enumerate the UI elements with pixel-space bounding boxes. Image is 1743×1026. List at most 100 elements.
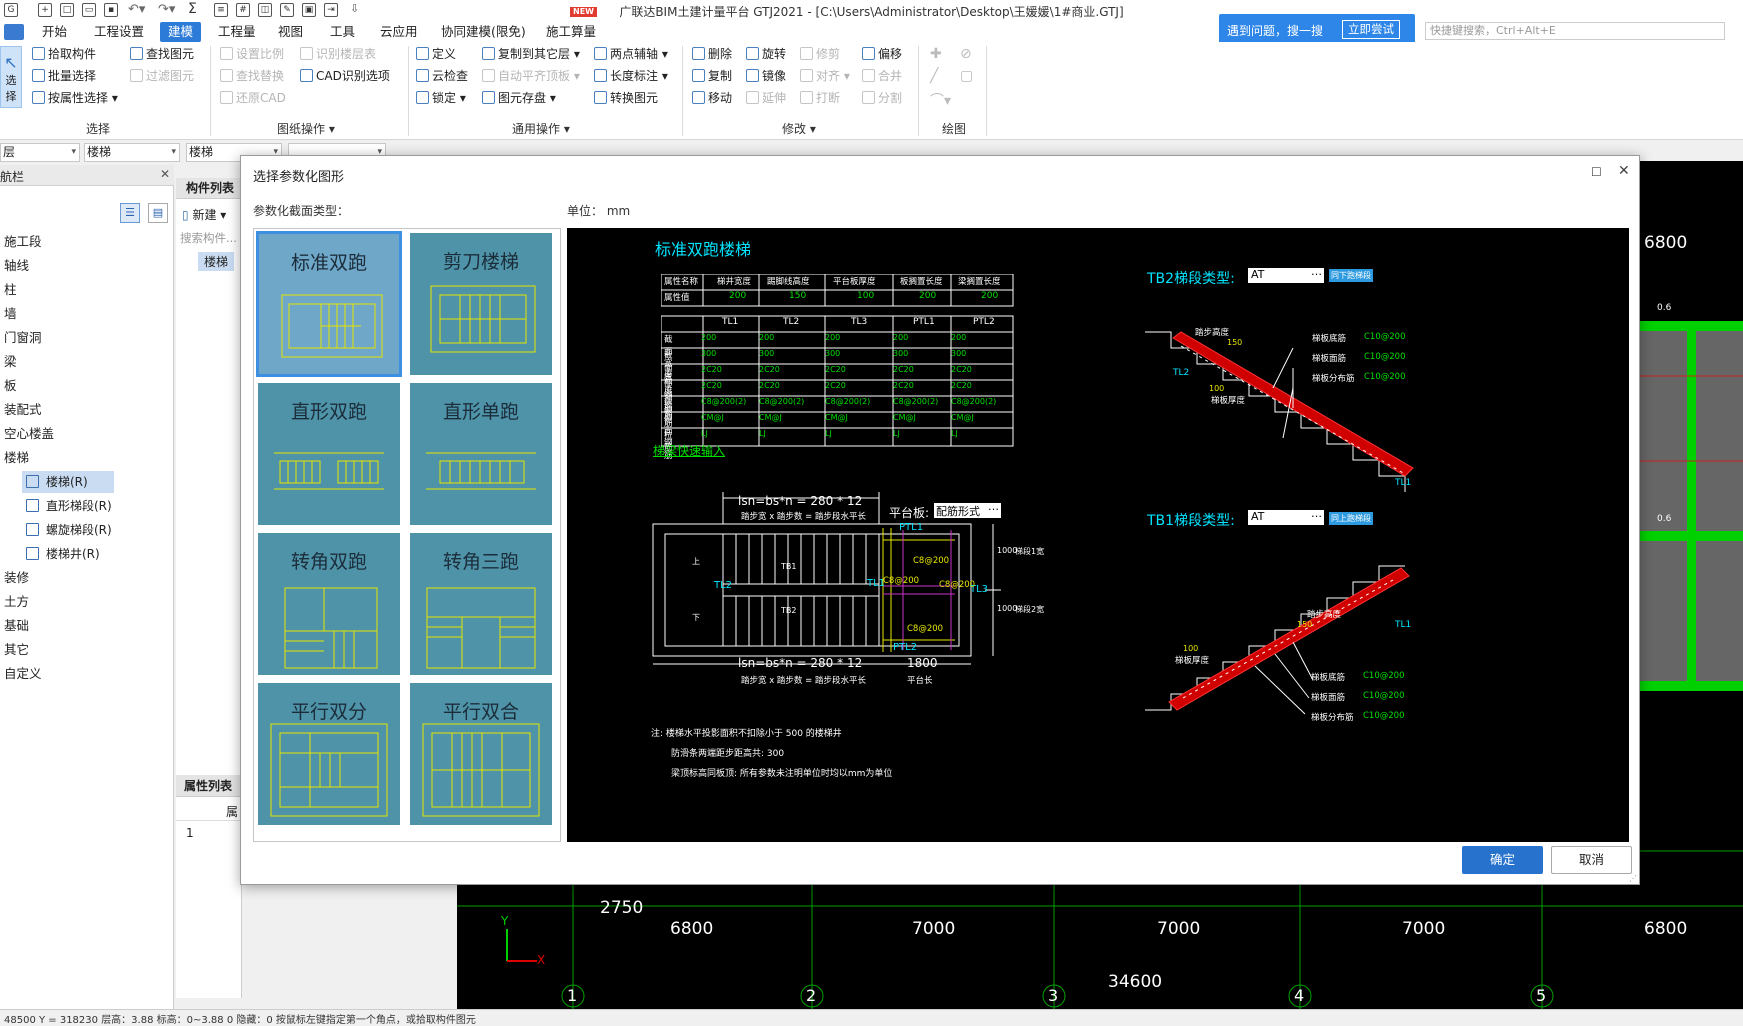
beam-cell[interactable]: C8@200(2) xyxy=(951,397,996,406)
convert-element-button[interactable]: 转换图元 xyxy=(594,88,658,108)
menu-construction[interactable]: 施工算量 xyxy=(546,22,596,42)
beam-cell[interactable]: 300 xyxy=(951,349,966,358)
try-now-button[interactable]: 立即尝试 xyxy=(1342,20,1400,39)
menu-start[interactable]: 开始 xyxy=(42,22,67,42)
beam-cell[interactable]: C8@200(2) xyxy=(759,397,804,406)
general-group-label[interactable]: 通用操作 ▾ xyxy=(512,120,570,137)
beam-cell[interactable]: LJ xyxy=(825,429,832,438)
trim-button[interactable]: 修剪 xyxy=(800,44,840,64)
shape-corner-triple[interactable]: 转角三跑 xyxy=(408,531,554,677)
filter-element-button[interactable]: 过滤图元 xyxy=(130,66,194,86)
attr-value-1[interactable]: 200 xyxy=(729,291,746,301)
shape-scissor[interactable]: 剪刀楼梯 xyxy=(408,231,554,377)
resize-grip-icon[interactable]: ⋰ xyxy=(1629,874,1637,883)
shortcut-search-input[interactable]: 快捷键搜索，Ctrl+Alt+E xyxy=(1425,22,1725,40)
nav-stairs[interactable]: 楼梯 xyxy=(4,446,29,470)
menu-tools[interactable]: 工具 xyxy=(330,22,355,42)
beam-cell[interactable]: 200 xyxy=(825,333,840,342)
identify-floor-table-button[interactable]: 识别楼层表 xyxy=(300,44,376,64)
nav-column[interactable]: 柱 xyxy=(4,278,17,302)
copy-to-floor-button[interactable]: 复制到其它层 ▾ xyxy=(482,44,580,64)
nav-construction-section[interactable]: 施工段 xyxy=(4,230,42,254)
beam-cell[interactable]: 2C20 xyxy=(759,381,780,390)
tb1-type-select[interactable]: AT… xyxy=(1248,507,1324,525)
define-button[interactable]: 定义 xyxy=(416,44,456,64)
merge-button[interactable]: 合并 xyxy=(862,66,902,86)
nav-decoration[interactable]: 装修 xyxy=(4,566,29,590)
tb2-type-select[interactable]: AT… xyxy=(1248,265,1324,283)
beam-cell[interactable]: CM@J xyxy=(951,413,974,422)
rotate-button[interactable]: 旋转 xyxy=(746,44,786,64)
two-point-axis-button[interactable]: 两点辅轴 ▾ xyxy=(594,44,668,64)
beam-cell[interactable]: C8@200(2) xyxy=(701,397,746,406)
nav-prefab[interactable]: 装配式 xyxy=(4,398,42,422)
menu-project-settings[interactable]: 工程设置 xyxy=(94,22,144,42)
nav-earthwork[interactable]: 土方 xyxy=(4,590,29,614)
cancel-button[interactable]: 取消 xyxy=(1551,846,1632,874)
nav-straight-flight[interactable]: 直形梯段(R) xyxy=(22,495,112,517)
find-replace-button[interactable]: 查找替换 xyxy=(220,66,284,86)
list-view-icon[interactable]: ☰ xyxy=(120,203,140,223)
attr-value-5[interactable]: 200 xyxy=(981,291,998,301)
offset-button[interactable]: 偏移 xyxy=(862,44,902,64)
component-item-stairs[interactable]: 楼梯 xyxy=(198,252,235,271)
draw-point-icon[interactable]: ✚ xyxy=(930,46,942,62)
length-dimension-button[interactable]: 长度标注 ▾ xyxy=(594,66,668,86)
beam-cell[interactable]: LJ xyxy=(759,429,766,438)
align-button[interactable]: 对齐 ▾ xyxy=(800,66,850,86)
beam-cell[interactable]: 2C20 xyxy=(825,365,846,374)
nav-foundation[interactable]: 基础 xyxy=(4,614,29,638)
cloud-check-button[interactable]: 云检查 xyxy=(416,66,468,86)
nav-slab[interactable]: 板 xyxy=(4,374,17,398)
floor-select[interactable]: 层 xyxy=(0,143,80,162)
beam-cell[interactable]: 300 xyxy=(893,349,908,358)
beam-cell[interactable]: 300 xyxy=(759,349,774,358)
drawing-group-label[interactable]: 图纸操作 ▾ xyxy=(277,120,335,137)
modify-group-label[interactable]: 修改 ▾ xyxy=(782,120,816,137)
draw-circle-icon[interactable]: ⊘ xyxy=(960,46,972,62)
mirror-button[interactable]: 镜像 xyxy=(746,66,786,86)
beam-cell[interactable]: LJ xyxy=(951,429,958,438)
set-scale-button[interactable]: 设置比例 xyxy=(220,44,284,64)
nav-other[interactable]: 其它 xyxy=(4,638,29,662)
nav-custom[interactable]: 自定义 xyxy=(4,662,42,686)
component-search-input[interactable]: 搜索构件... xyxy=(180,230,237,246)
pick-component-button[interactable]: 拾取构件 xyxy=(32,44,96,64)
beam-cell[interactable]: CM@J xyxy=(893,413,916,422)
shape-parallel-split[interactable]: 平行双分 xyxy=(256,681,402,827)
select-tool-button[interactable]: ↖ 选择 xyxy=(0,46,22,108)
menu-cloud[interactable]: 云应用 xyxy=(380,22,418,42)
find-element-button[interactable]: 查找图元 xyxy=(130,44,194,64)
nav-stair-well[interactable]: 楼梯井(R) xyxy=(22,543,100,565)
tb2-rebar-dist-value[interactable]: C10@200 xyxy=(1364,372,1405,382)
nav-wall[interactable]: 墙 xyxy=(4,302,17,326)
attr-value-2[interactable]: 150 xyxy=(789,291,806,301)
platform-select[interactable]: 配筋形式… xyxy=(934,500,1001,518)
tb2-rebar-bottom-value[interactable]: C10@200 xyxy=(1364,332,1405,342)
beam-cell[interactable]: 2C20 xyxy=(701,381,722,390)
split-button[interactable]: 分割 xyxy=(862,88,902,108)
extend-button[interactable]: 延伸 xyxy=(746,88,786,108)
restore-cad-button[interactable]: 还原CAD xyxy=(220,88,286,108)
nav-stair-r[interactable]: 楼梯(R) xyxy=(22,471,114,493)
category-select[interactable]: 楼梯 xyxy=(84,143,180,162)
copy-button[interactable]: 复制 xyxy=(692,66,732,86)
beam-cell[interactable]: CM@J xyxy=(825,413,848,422)
draw-arc-icon[interactable]: ⌒▾ xyxy=(930,90,951,110)
tb1-rebar-top-value[interactable]: C10@200 xyxy=(1363,691,1404,701)
tb1-rebar-bottom-value[interactable]: C10@200 xyxy=(1363,671,1404,681)
beam-cell[interactable]: 200 xyxy=(893,333,908,342)
detail-view-icon[interactable]: ▤ xyxy=(148,203,168,223)
beam-cell[interactable]: 200 xyxy=(951,333,966,342)
move-button[interactable]: 移动 xyxy=(692,88,732,108)
menu-view[interactable]: 视图 xyxy=(278,22,303,42)
attr-value-3[interactable]: 100 xyxy=(857,291,874,301)
shape-corner-double[interactable]: 转角双跑 xyxy=(256,531,402,677)
attr-value-4[interactable]: 200 xyxy=(919,291,936,301)
beam-cell[interactable]: 200 xyxy=(759,333,774,342)
quick-input-link[interactable]: 梯梁快速输入 xyxy=(653,442,725,459)
draw-rect-icon[interactable]: ▢ xyxy=(960,68,973,84)
shape-parallel-merge[interactable]: 平行双合 xyxy=(408,681,554,827)
platform-length[interactable]: 1800 xyxy=(907,656,938,670)
beam-cell[interactable]: C8@200(2) xyxy=(825,397,870,406)
